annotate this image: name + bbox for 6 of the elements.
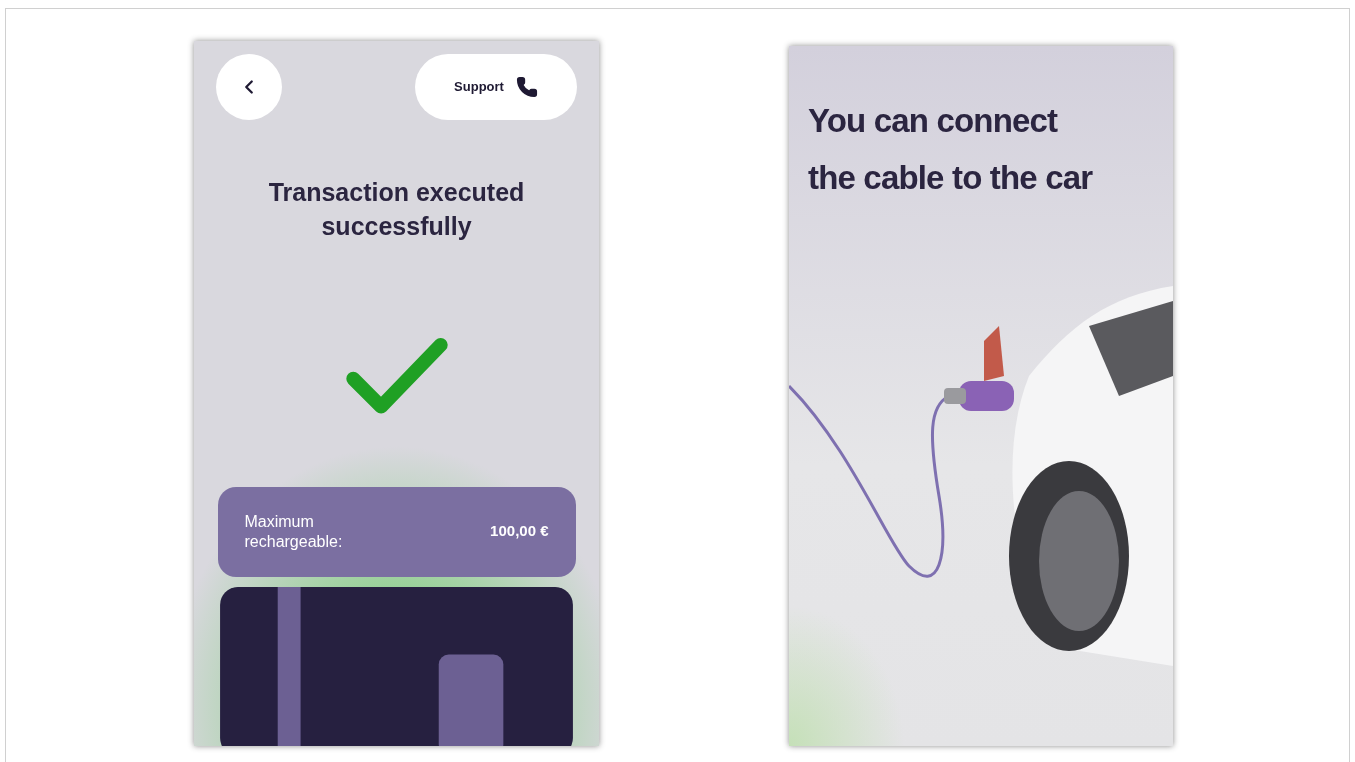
- screen-title: You can connect the cable to the car: [807, 101, 1094, 198]
- support-button[interactable]: Support: [415, 54, 577, 120]
- phone-icon: [515, 76, 538, 98]
- summary-value: 100,00 €: [490, 521, 549, 542]
- screen-title: Transaction executed successfully: [267, 177, 526, 242]
- summary-label: Maximum rechargeable:: [244, 511, 344, 552]
